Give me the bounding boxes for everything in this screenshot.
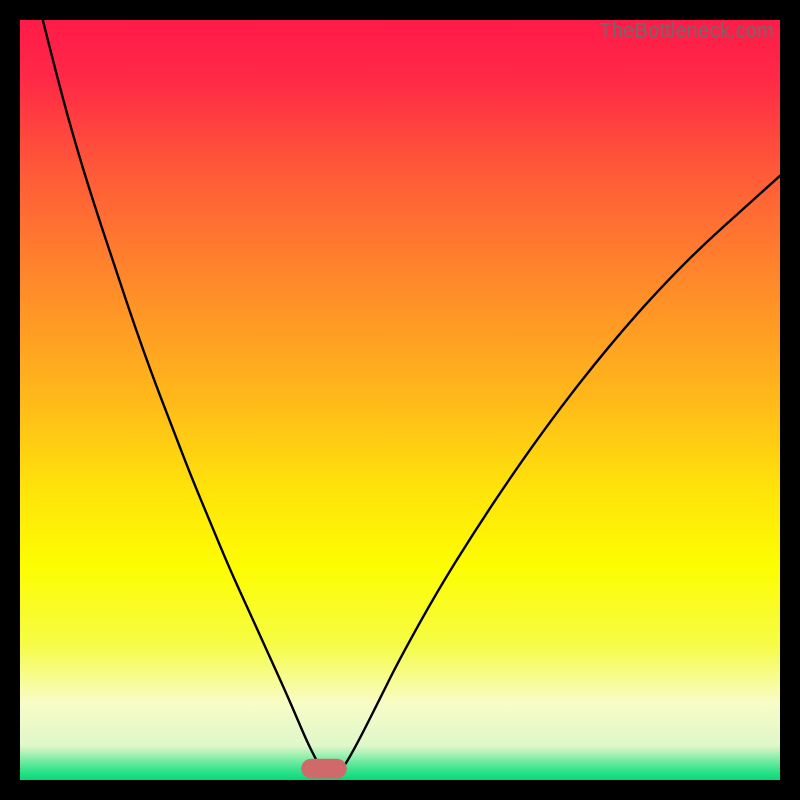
chart-frame: TheBottleneck.com bbox=[20, 20, 780, 780]
bottleneck-curve-plot bbox=[20, 20, 780, 780]
gradient-background bbox=[20, 20, 780, 780]
bottleneck-marker bbox=[301, 759, 347, 779]
watermark-label: TheBottleneck.com bbox=[599, 20, 774, 43]
